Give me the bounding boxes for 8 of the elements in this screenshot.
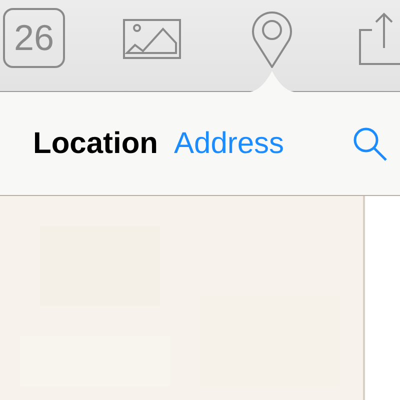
location-pin-icon (251, 10, 293, 68)
image-icon (123, 19, 181, 59)
calendar-button[interactable]: 26 (3, 8, 65, 68)
search-icon (352, 126, 388, 162)
segment-tab[interactable]: Address (174, 121, 284, 166)
share-icon (358, 12, 400, 66)
segment-tab[interactable]: Location (33, 121, 158, 166)
search-button[interactable] (352, 126, 388, 162)
